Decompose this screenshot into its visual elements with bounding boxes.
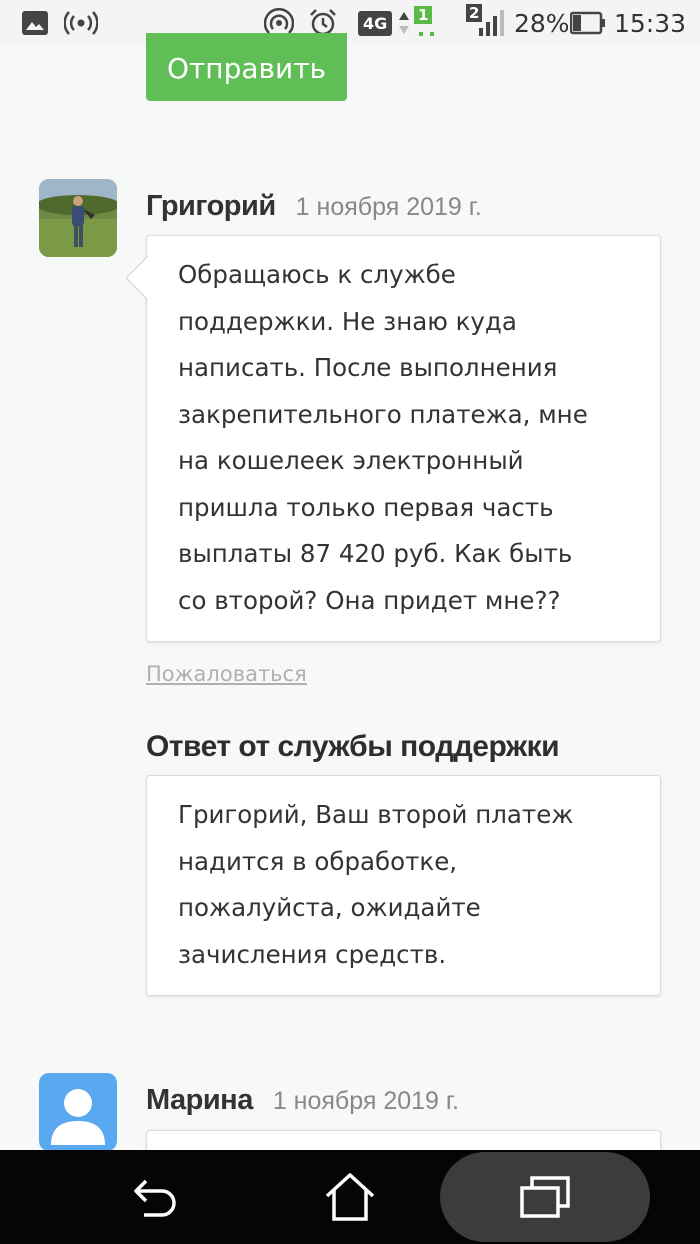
reply-text-line: пожалуйста, ожидайте [178,893,481,922]
comment-header: Марина 1 ноября 2019 г. [146,1084,459,1117]
comment-text-line: Обращаюсь к службе [178,260,456,289]
reply-text-line: зачисления средств. [178,939,447,969]
reply-text-line: надится в обработке, [178,846,458,876]
user-icon [51,1089,105,1145]
signal-icon [478,0,504,46]
network-type-icon: 4G [358,0,393,46]
comment-text-line: закрепительного платежа, мне [178,399,588,429]
navigation-bar [0,1150,700,1244]
comment-text-line: пришла только первая часть [178,492,554,522]
submit-button[interactable]: Отправить [146,33,347,101]
report-link[interactable]: Пожаловаться [146,662,307,686]
network-type-label: 4G [358,10,393,36]
comment-text-line: написать. После выполнения [178,353,558,382]
comment-text: Обращаюсь к службе поддержки. Не знаю ку… [178,252,588,624]
sim1-dots-icon [416,0,438,46]
comment-text-line: со второй? Она придет мне?? [178,585,561,615]
author-name[interactable]: Григорий [146,190,276,223]
avatar-placeholder[interactable] [39,1073,117,1151]
comment-bubble: Обращаюсь к службе поддержки. Не знаю ку… [126,235,661,642]
battery-percent: 28% [514,8,570,38]
home-icon[interactable] [315,1167,385,1227]
support-reply-heading: Ответ от службы поддержки [146,730,560,763]
avatar[interactable] [39,179,117,257]
comment-text-line: выплаты 87 420 руб. Как быть [178,539,573,568]
comment-header: Григорий 1 ноября 2019 г. [146,190,482,223]
comment-date: 1 ноября 2019 г. [272,1087,459,1115]
back-icon[interactable] [120,1167,190,1227]
comment-text-line: поддержки. Не знаю куда [178,306,517,336]
image-icon [22,0,48,46]
clock: 15:33 [614,8,687,38]
battery-icon [570,0,606,46]
support-reply-text: Григорий, Ваш второй платеж надится в об… [178,792,573,978]
recents-icon[interactable] [510,1167,580,1227]
support-reply-bubble: Григорий, Ваш второй платеж надится в об… [146,775,661,996]
status-bar: 4G 1 2 28% 15:33 [0,0,700,46]
author-name[interactable]: Марина [146,1084,253,1117]
data-activity-icon [398,0,410,46]
comment-text-line: на кошелеек электронный [178,446,524,475]
broadcast-icon [64,0,98,46]
comment-date: 1 ноября 2019 г. [295,193,482,221]
bubble-tail [126,256,148,300]
reply-text-line: Григорий, Ваш второй платеж [178,800,574,829]
